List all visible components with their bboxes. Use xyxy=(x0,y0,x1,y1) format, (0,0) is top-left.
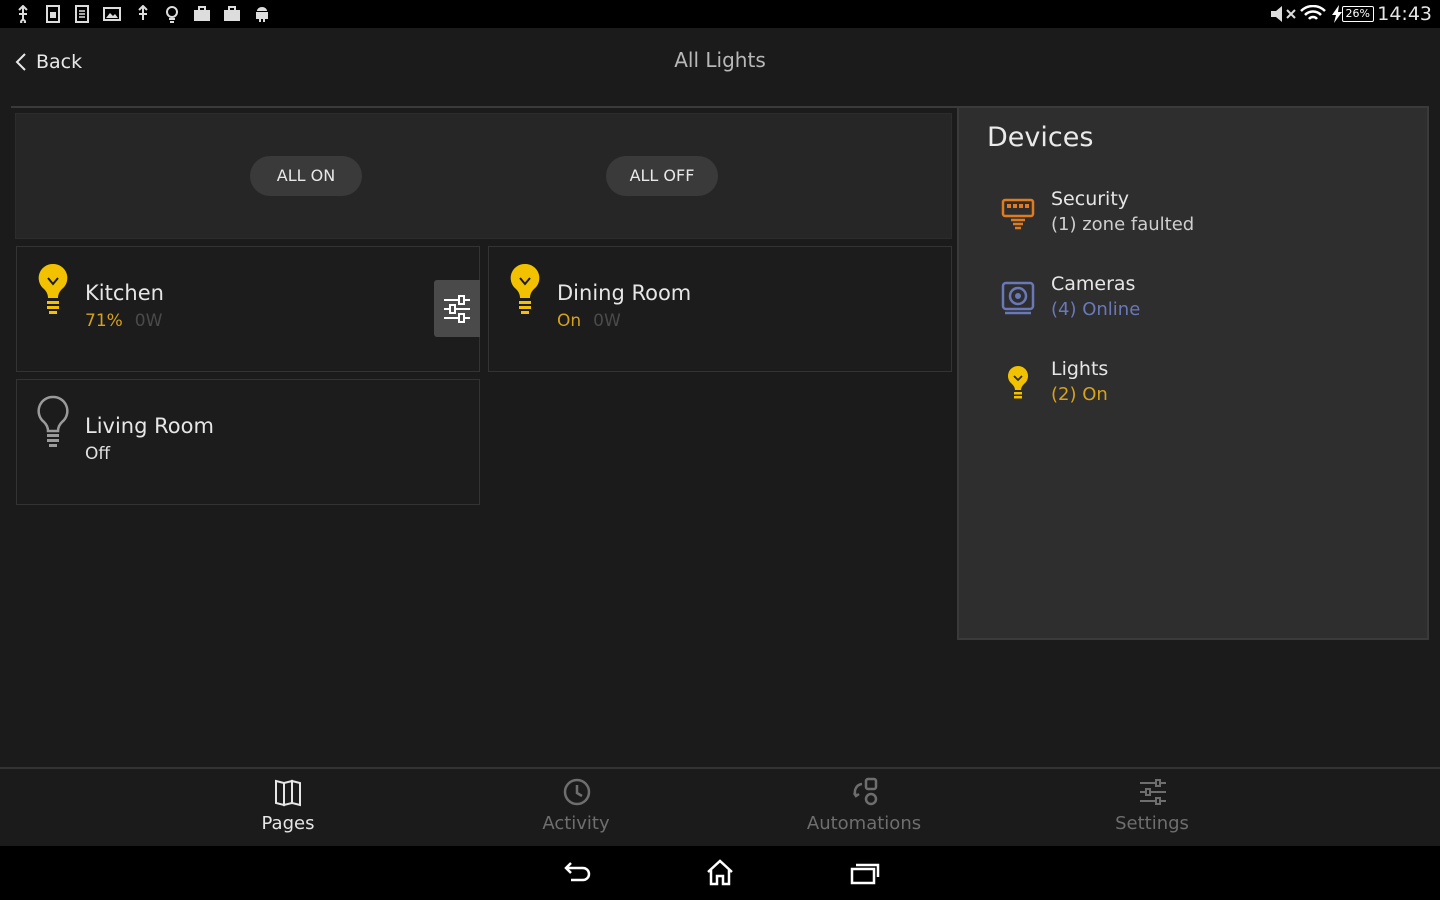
bulb-icon xyxy=(1008,366,1028,399)
pages-icon xyxy=(275,779,301,807)
light-name: Kitchen xyxy=(85,281,164,305)
usb2-icon xyxy=(138,5,148,20)
bulb-off-icon xyxy=(37,395,69,447)
header: Back All Lights xyxy=(0,28,1440,108)
image-icon xyxy=(103,7,121,21)
all-lights-controls: ALL ON ALL OFF xyxy=(15,113,952,239)
light-state: Off xyxy=(85,444,111,464)
light-name: Dining Room xyxy=(557,281,692,305)
back-nav-icon[interactable] xyxy=(557,858,597,888)
tab-automations[interactable]: Automations xyxy=(720,769,1008,848)
devices-panel: Devices Security (1) zone faulted Camera… xyxy=(957,108,1429,640)
light-status: Off xyxy=(85,444,110,464)
automations-icon xyxy=(852,777,878,806)
all-on-button[interactable]: ALL ON xyxy=(250,156,362,196)
tab-label: Automations xyxy=(806,813,922,834)
light-status: 71% 0W xyxy=(85,311,162,331)
security-icon xyxy=(1001,198,1035,230)
sim2-icon xyxy=(75,5,89,23)
clock-icon xyxy=(563,778,591,806)
briefcase2-icon xyxy=(224,6,240,21)
usb-icon xyxy=(18,5,28,23)
battery-level: 26% xyxy=(1341,6,1374,22)
wifi-icon xyxy=(1300,5,1326,20)
mute-icon xyxy=(1271,6,1296,22)
dimmer-settings-button[interactable] xyxy=(434,280,480,337)
tab-pages[interactable]: Pages xyxy=(144,769,432,848)
device-cameras[interactable]: Cameras (4) Online xyxy=(999,273,1419,333)
system-nav-bar xyxy=(0,846,1440,900)
light-state: On xyxy=(557,311,582,331)
light-tile-living-room[interactable]: Living Room Off xyxy=(16,379,480,505)
camera-icon xyxy=(1001,281,1035,315)
device-status: (1) zone faulted xyxy=(1051,214,1195,235)
tab-label: Settings xyxy=(1115,813,1189,834)
sliders-icon xyxy=(444,294,470,323)
all-off-button[interactable]: ALL OFF xyxy=(606,156,718,196)
light-tile-dining-room[interactable]: Dining Room On 0W xyxy=(488,246,952,372)
sim-icon xyxy=(46,5,60,23)
light-watts: 0W xyxy=(134,311,163,331)
light-tile-kitchen[interactable]: Kitchen 71% 0W xyxy=(16,246,480,372)
clock: 14:43 xyxy=(1377,3,1432,25)
light-watts: 0W xyxy=(593,311,621,331)
home-nav-icon[interactable] xyxy=(700,858,740,888)
device-name: Security xyxy=(1051,188,1130,210)
device-name: Lights xyxy=(1051,358,1109,380)
device-status: (2) On xyxy=(1051,384,1108,405)
status-bar: 26% 14:43 xyxy=(0,0,1440,28)
tab-settings[interactable]: Settings xyxy=(1008,769,1296,848)
briefcase-icon xyxy=(194,6,210,21)
tab-activity[interactable]: Activity xyxy=(432,769,720,848)
android-icon xyxy=(256,7,268,22)
device-security[interactable]: Security (1) zone faulted xyxy=(999,188,1419,248)
device-status: (4) Online xyxy=(1051,299,1141,320)
bulb-icon xyxy=(166,6,178,23)
tab-label: Pages xyxy=(261,813,315,834)
device-name: Cameras xyxy=(1051,273,1136,295)
light-status: On 0W xyxy=(557,311,621,331)
sliders-icon xyxy=(1140,779,1166,805)
bulb-on-icon xyxy=(38,263,68,314)
page-title: All Lights xyxy=(674,48,766,72)
light-name: Living Room xyxy=(85,414,214,438)
tab-label: Activity xyxy=(542,813,610,834)
bottom-tab-bar: Pages Activity Automations Settings xyxy=(0,767,1440,846)
devices-title: Devices xyxy=(987,122,1094,153)
device-lights[interactable]: Lights (2) On xyxy=(999,358,1419,418)
light-state: 71% xyxy=(85,311,123,331)
bulb-on-icon xyxy=(510,263,540,314)
recents-nav-icon[interactable] xyxy=(844,858,884,888)
